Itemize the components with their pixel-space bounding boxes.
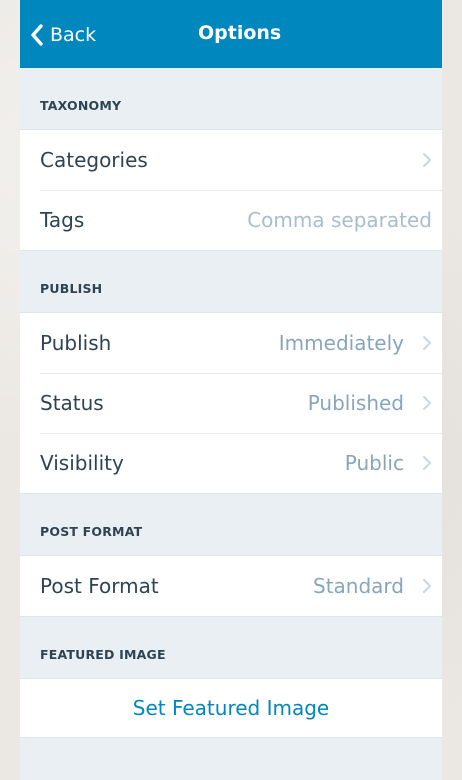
publish-group: Publish Immediately Status Published Vis… — [20, 312, 442, 494]
post-format-value: Standard — [313, 574, 404, 598]
section-header-featured-image: FEATURED IMAGE — [40, 647, 166, 662]
chevron-right-icon — [423, 396, 431, 410]
page-title: Options — [198, 22, 282, 44]
navigation-bar: Back Options — [20, 0, 442, 68]
publish-value: Immediately — [278, 331, 404, 355]
section-header-taxonomy: TAXONOMY — [40, 98, 122, 113]
post-format-group: Post Format Standard — [20, 555, 442, 617]
categories-label: Categories — [40, 148, 148, 172]
categories-row[interactable]: Categories — [20, 130, 442, 190]
visibility-value: Public — [344, 451, 404, 475]
tags-row[interactable]: Tags Comma separated — [20, 190, 442, 250]
publish-label: Publish — [40, 331, 112, 355]
taxonomy-group: Categories Tags Comma separated — [20, 129, 442, 251]
visibility-row[interactable]: Visibility Public — [20, 433, 442, 493]
featured-image-group: Set Featured Image — [20, 678, 442, 738]
section-header-post-format: POST FORMAT — [40, 524, 143, 539]
tags-input[interactable]: Comma separated — [247, 208, 432, 232]
back-button-label: Back — [50, 24, 97, 46]
chevron-left-icon — [30, 24, 44, 46]
status-label: Status — [40, 391, 104, 415]
chevron-right-icon — [423, 579, 431, 593]
status-row[interactable]: Status Published — [20, 373, 442, 433]
chevron-right-icon — [423, 456, 431, 470]
chevron-right-icon — [423, 336, 431, 350]
options-screen: Back Options TAXONOMY Categories Tags Co… — [20, 0, 442, 780]
publish-row[interactable]: Publish Immediately — [20, 313, 442, 373]
set-featured-image-label: Set Featured Image — [132, 696, 330, 720]
set-featured-image-button[interactable]: Set Featured Image — [20, 679, 442, 737]
back-button[interactable]: Back — [30, 20, 96, 50]
section-header-publish: PUBLISH — [40, 281, 103, 296]
status-value: Published — [307, 391, 404, 415]
visibility-label: Visibility — [40, 451, 124, 475]
chevron-right-icon — [423, 153, 431, 167]
tags-label: Tags — [40, 208, 85, 232]
post-format-row[interactable]: Post Format Standard — [20, 556, 442, 616]
post-format-label: Post Format — [40, 574, 159, 598]
